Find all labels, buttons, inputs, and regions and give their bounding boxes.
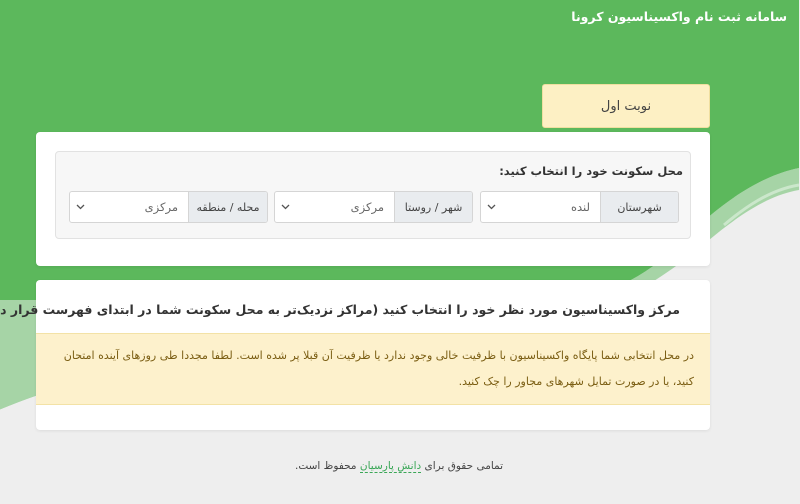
center-card: مرکز واکسیناسیون مورد نظر خود را انتخاب …: [0, 280, 711, 430]
footer: تمامی حقوق برای دانش پارسیان محفوظ است.: [0, 460, 800, 473]
tab-first-dose-label: نوبت اول: [601, 98, 653, 114]
county-select[interactable]: لنده: [482, 192, 601, 222]
location-heading: محل سکونت خود را انتخاب کنید:: [500, 164, 684, 178]
county-select-group: شهرستان لنده: [481, 191, 680, 223]
district-select-group: محله / منطقه مرکزی: [70, 191, 269, 223]
chevron-down-icon: [482, 192, 502, 222]
footer-company-link[interactable]: دانش پارسیان: [360, 460, 423, 473]
chevron-down-icon: [276, 192, 296, 222]
site-title: سامانه ثبت نام واکسیناسیون کرونا: [572, 9, 788, 24]
location-card: محل سکونت خود را انتخاب کنید: شهرستان لن…: [37, 132, 711, 266]
district-label: محله / منطقه: [189, 192, 268, 222]
tab-first-dose[interactable]: نوبت اول: [543, 84, 711, 128]
city-select-group: شهر / روستا مرکزی: [275, 191, 474, 223]
center-heading: مرکز واکسیناسیون مورد نظر خود را انتخاب …: [0, 302, 681, 317]
county-value: لنده: [571, 200, 591, 214]
no-capacity-warning: در محل انتخابی شما پایگاه واکسیناسیون با…: [37, 333, 711, 405]
location-panel: محل سکونت خود را انتخاب کنید: شهرستان لن…: [56, 151, 692, 239]
footer-suffix: محفوظ است.: [295, 460, 358, 472]
footer-prefix: تمامی حقوق برای: [425, 460, 505, 472]
chevron-down-icon: [71, 192, 91, 222]
city-select[interactable]: مرکزی: [276, 192, 395, 222]
district-select[interactable]: مرکزی: [71, 192, 189, 222]
county-label: شهرستان: [601, 192, 679, 222]
city-label: شهر / روستا: [395, 192, 473, 222]
city-value: مرکزی: [351, 200, 385, 214]
district-value: مرکزی: [145, 200, 179, 214]
